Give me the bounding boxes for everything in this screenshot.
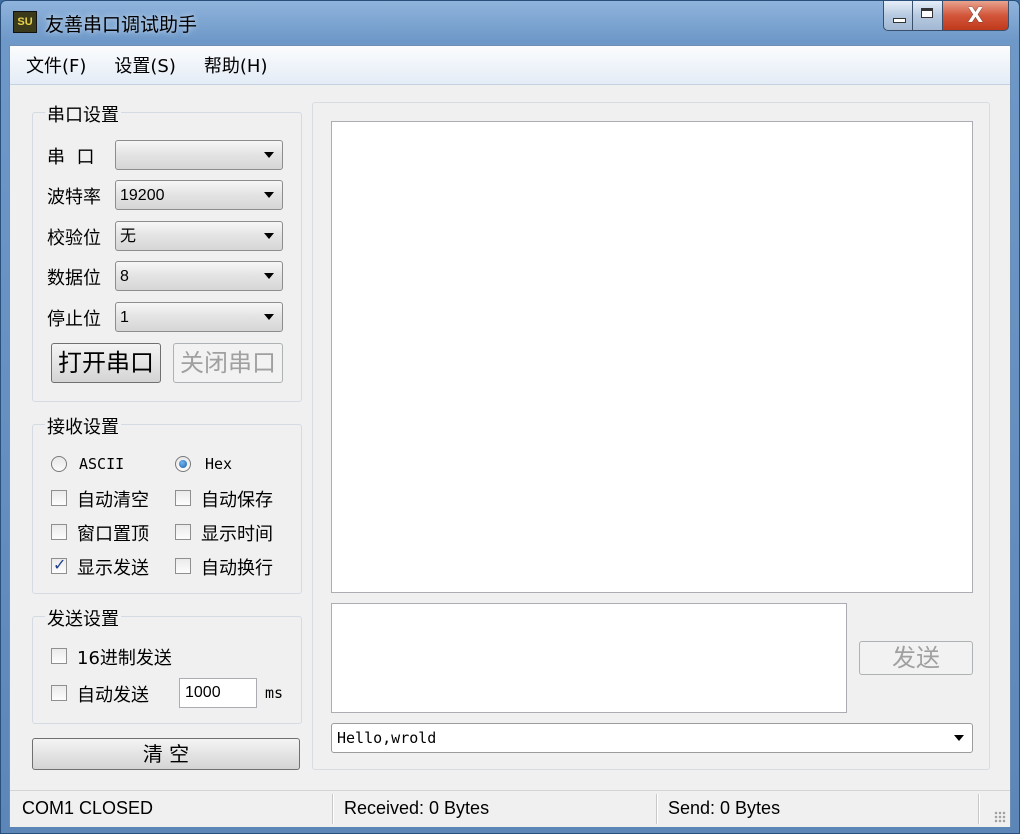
chevron-down-icon <box>954 735 964 741</box>
parity-select[interactable]: 无 <box>115 221 283 251</box>
auto-newline-checkbox[interactable] <box>175 558 191 574</box>
auto-send-checkbox[interactable] <box>51 685 67 701</box>
chevron-down-icon <box>264 152 274 158</box>
stopbits-value: 1 <box>120 309 129 326</box>
auto-save-label: 自动保存 <box>201 490 273 511</box>
baud-label: 波特率 <box>47 187 101 208</box>
window-top-checkbox[interactable] <box>51 524 67 540</box>
maximize-button[interactable] <box>913 1 943 31</box>
status-divider <box>978 794 979 824</box>
baud-value: 19200 <box>120 187 165 204</box>
status-bar: COM1 CLOSED Received: 0 Bytes Send: 0 By… <box>10 790 1010 827</box>
send-settings-title: 发送设置 <box>45 605 121 631</box>
port-status: COM1 CLOSED <box>22 798 154 818</box>
ascii-radio[interactable] <box>51 456 67 472</box>
window-top-label: 窗口置顶 <box>77 524 149 545</box>
send-settings-group: 发送设置 16进制发送 自动发送 1000 ms <box>32 605 302 724</box>
status-divider <box>656 794 657 824</box>
databits-select[interactable]: 8 <box>115 261 283 291</box>
close-icon: X <box>967 3 984 27</box>
send-textarea[interactable] <box>331 603 847 713</box>
serial-settings-group: 串口设置 串 口 波特率 19200 校验位 无 数据位 8 停止位 1 打开串… <box>32 101 302 402</box>
interval-unit-label: ms <box>265 684 284 702</box>
stopbits-label: 停止位 <box>47 309 101 330</box>
hex-send-checkbox[interactable] <box>51 648 67 664</box>
menu-settings[interactable]: 设置(S) <box>98 52 187 78</box>
resize-grip-icon[interactable] <box>994 811 1006 823</box>
baud-select[interactable]: 19200 <box>115 180 283 210</box>
app-icon: SU <box>13 11 37 33</box>
close-port-button[interactable]: 关闭串口 <box>173 343 283 383</box>
send-interval-input[interactable]: 1000 <box>179 678 257 708</box>
auto-send-label: 自动发送 <box>77 685 149 706</box>
window-title: 友善串口调试助手 <box>45 14 198 36</box>
status-divider <box>332 794 333 824</box>
client-area: 文件(F) 设置(S) 帮助(H) 串口设置 串 口 波特率 19200 校验位… <box>9 45 1011 827</box>
databits-label: 数据位 <box>47 268 101 289</box>
parity-label: 校验位 <box>47 228 101 249</box>
sent-count: Send: 0 Bytes <box>668 798 781 818</box>
minimize-button[interactable] <box>883 1 913 31</box>
chevron-down-icon <box>264 233 274 239</box>
clear-button[interactable]: 清 空 <box>32 738 300 770</box>
databits-value: 8 <box>120 268 129 285</box>
ascii-label: ASCII <box>79 455 125 473</box>
port-select[interactable] <box>115 140 283 170</box>
show-time-label: 显示时间 <box>201 524 273 545</box>
app-window: SU 友善串口调试助手 X 文件(F) 设置(S) 帮助(H) 串口设置 串 口… <box>0 0 1020 834</box>
serial-settings-title: 串口设置 <box>45 101 121 127</box>
window-controls: X <box>883 1 1009 31</box>
chevron-down-icon <box>264 192 274 198</box>
receive-settings-group: 接收设置 ASCII Hex 自动清空 自动保存 窗口置顶 显示时间 显示发送 … <box>32 413 302 594</box>
auto-newline-label: 自动换行 <box>201 558 273 579</box>
hex-radio[interactable] <box>175 456 191 472</box>
send-interval-value: 1000 <box>185 684 221 701</box>
parity-value: 无 <box>120 228 137 245</box>
minimize-icon <box>893 18 906 23</box>
auto-save-checkbox[interactable] <box>175 490 191 506</box>
open-port-button[interactable]: 打开串口 <box>51 343 161 383</box>
chevron-down-icon <box>264 314 274 320</box>
chevron-down-icon <box>264 273 274 279</box>
menu-file[interactable]: 文件(F) <box>10 52 98 78</box>
close-button[interactable]: X <box>943 1 1009 31</box>
menu-bar: 文件(F) 设置(S) 帮助(H) <box>10 46 1010 85</box>
show-send-label: 显示发送 <box>77 558 149 579</box>
show-time-checkbox[interactable] <box>175 524 191 540</box>
hex-label: Hex <box>205 455 233 473</box>
auto-clear-label: 自动清空 <box>77 490 149 511</box>
auto-clear-checkbox[interactable] <box>51 490 67 506</box>
received-count: Received: 0 Bytes <box>344 798 490 818</box>
send-history-value: Hello,wrold <box>337 729 437 747</box>
send-button[interactable]: 发送 <box>859 641 973 675</box>
port-label: 串 口 <box>47 147 95 168</box>
menu-help[interactable]: 帮助(H) <box>188 52 280 78</box>
maximize-icon <box>921 8 933 18</box>
hex-send-label: 16进制发送 <box>77 648 172 669</box>
receive-textarea[interactable] <box>331 121 973 593</box>
data-panel: 发送 Hello,wrold <box>312 102 990 770</box>
receive-settings-title: 接收设置 <box>45 413 121 439</box>
show-send-checkbox[interactable] <box>51 555 67 574</box>
send-history-select[interactable]: Hello,wrold <box>331 723 973 753</box>
stopbits-select[interactable]: 1 <box>115 302 283 332</box>
title-bar[interactable]: SU 友善串口调试助手 X <box>1 1 1019 45</box>
